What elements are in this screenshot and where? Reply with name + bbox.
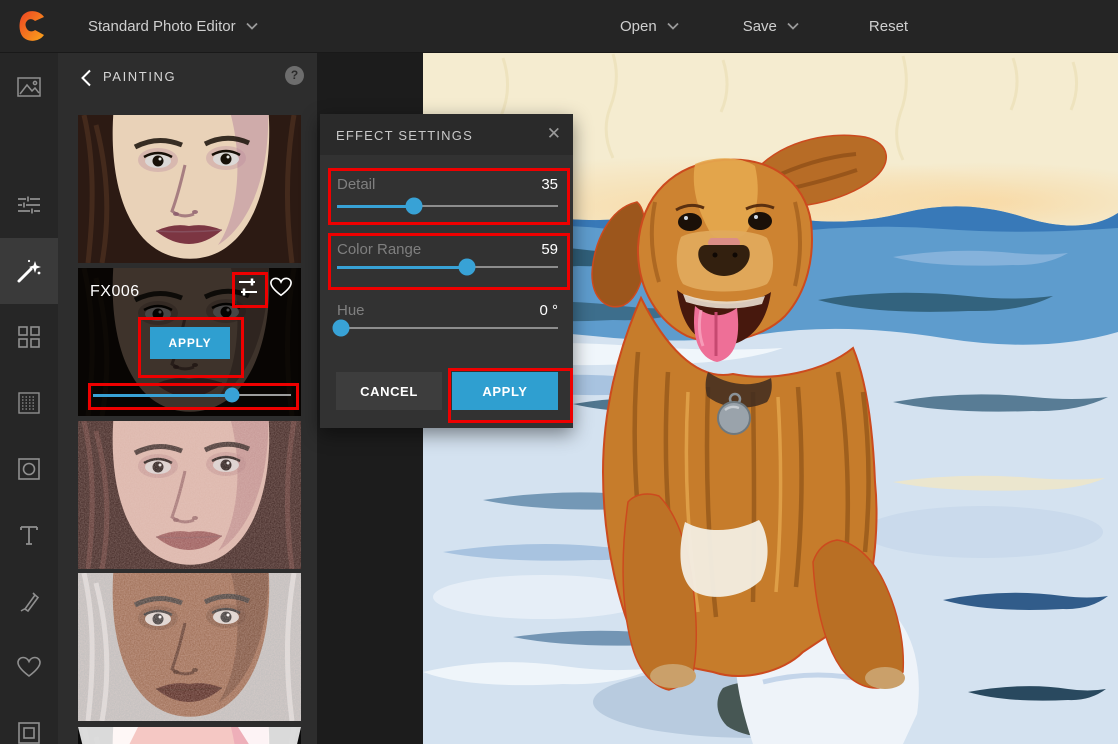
sidebar-item-favorites[interactable] — [0, 634, 58, 700]
draw-icon — [17, 589, 41, 613]
reset-button[interactable]: Reset — [869, 18, 908, 35]
image-icon — [16, 74, 42, 100]
effect-thumbnail[interactable] — [78, 115, 301, 263]
detail-value: 35 — [541, 176, 558, 193]
apply-button[interactable]: APPLY — [452, 372, 558, 410]
sidebar-item-photo[interactable] — [0, 54, 58, 120]
slider-knob[interactable] — [224, 388, 239, 403]
effect-card-fx006[interactable]: FX006 APPLY — [78, 268, 301, 416]
panel-header: PAINTING ? — [58, 52, 317, 110]
favorite-heart-icon[interactable] — [269, 276, 293, 298]
app-title-label: Standard Photo Editor — [88, 18, 236, 35]
chevron-down-icon — [667, 22, 679, 30]
slider-fill — [93, 394, 232, 397]
hue-slider[interactable] — [337, 320, 558, 336]
close-icon[interactable]: ✕ — [547, 124, 561, 144]
color-range-label: Color Range — [337, 241, 421, 258]
effect-thumbnail[interactable] — [78, 573, 301, 721]
hue-label: Hue — [337, 302, 365, 319]
open-menu[interactable]: Open — [620, 18, 679, 35]
effect-thumbnail[interactable] — [78, 727, 301, 744]
sidebar-item-text[interactable] — [0, 502, 58, 568]
sidebar-item-draw[interactable] — [0, 568, 58, 634]
sidebar-item-overlays[interactable] — [0, 436, 58, 502]
effect-intensity-slider[interactable] — [93, 387, 291, 403]
sidebar-item-adjust[interactable] — [0, 172, 58, 238]
top-menu: Open Save Reset — [620, 0, 956, 52]
chevron-down-icon — [787, 22, 799, 30]
chevron-left-icon[interactable] — [80, 69, 92, 87]
effect-preview-emboss — [78, 573, 301, 721]
card-apply-button[interactable]: APPLY — [150, 327, 230, 359]
sidebar-item-effects[interactable] — [0, 238, 58, 304]
effect-preview-painting — [78, 115, 301, 263]
effects-panel: PAINTING ? FX006 APPLY — [58, 52, 317, 744]
app-menu[interactable]: Standard Photo Editor — [88, 0, 258, 52]
effect-thumbnail[interactable] — [78, 421, 301, 569]
slider-knob[interactable] — [459, 259, 476, 276]
app-logo-icon[interactable] — [18, 9, 48, 43]
slider-knob[interactable] — [406, 198, 423, 215]
save-menu[interactable]: Save — [743, 18, 799, 35]
heart-icon — [16, 655, 42, 679]
dialog-title: EFFECT SETTINGS — [336, 128, 473, 143]
detail-row: Detail 35 — [337, 176, 558, 193]
text-icon — [17, 523, 41, 547]
cancel-button[interactable]: CANCEL — [336, 372, 442, 410]
save-label: Save — [743, 18, 777, 35]
tool-sidebar — [0, 52, 58, 744]
detail-slider[interactable] — [337, 198, 558, 214]
sidebar-item-categories[interactable] — [0, 304, 58, 370]
reset-label: Reset — [869, 18, 908, 35]
vignette-icon — [17, 457, 41, 481]
slider-fill — [337, 266, 467, 269]
detail-label: Detail — [337, 176, 375, 193]
effect-preview-comic — [78, 727, 301, 744]
slider-fill — [337, 205, 414, 208]
color-range-slider[interactable] — [337, 259, 558, 275]
sidebar-item-textures[interactable] — [0, 370, 58, 436]
adjustments-icon — [16, 192, 42, 218]
effect-name-label: FX006 — [90, 283, 140, 301]
sidebar-item-frames[interactable] — [0, 700, 58, 744]
hue-row: Hue 0 ° — [337, 302, 558, 319]
hue-value: 0 ° — [539, 302, 558, 319]
slider-track — [337, 327, 558, 329]
slider-knob[interactable] — [333, 320, 350, 337]
magic-wand-icon — [15, 257, 43, 285]
effect-settings-dialog: EFFECT SETTINGS ✕ Detail 35 Color Range … — [320, 114, 573, 428]
top-bar: Standard Photo Editor Open Save Reset — [0, 0, 1118, 53]
effect-preview-pointillism — [78, 421, 301, 569]
effect-settings-icon[interactable] — [237, 276, 259, 298]
panel-title: PAINTING — [103, 69, 176, 84]
texture-icon — [17, 391, 41, 415]
dialog-header: EFFECT SETTINGS ✕ — [320, 114, 573, 155]
photo-editor-app: Standard Photo Editor Open Save Reset — [0, 0, 1118, 744]
color-range-row: Color Range 59 — [337, 241, 558, 258]
grid-icon — [17, 325, 41, 349]
open-label: Open — [620, 18, 657, 35]
help-icon[interactable]: ? — [285, 66, 304, 85]
frame-icon — [17, 721, 41, 744]
chevron-down-icon — [246, 22, 258, 30]
color-range-value: 59 — [541, 241, 558, 258]
